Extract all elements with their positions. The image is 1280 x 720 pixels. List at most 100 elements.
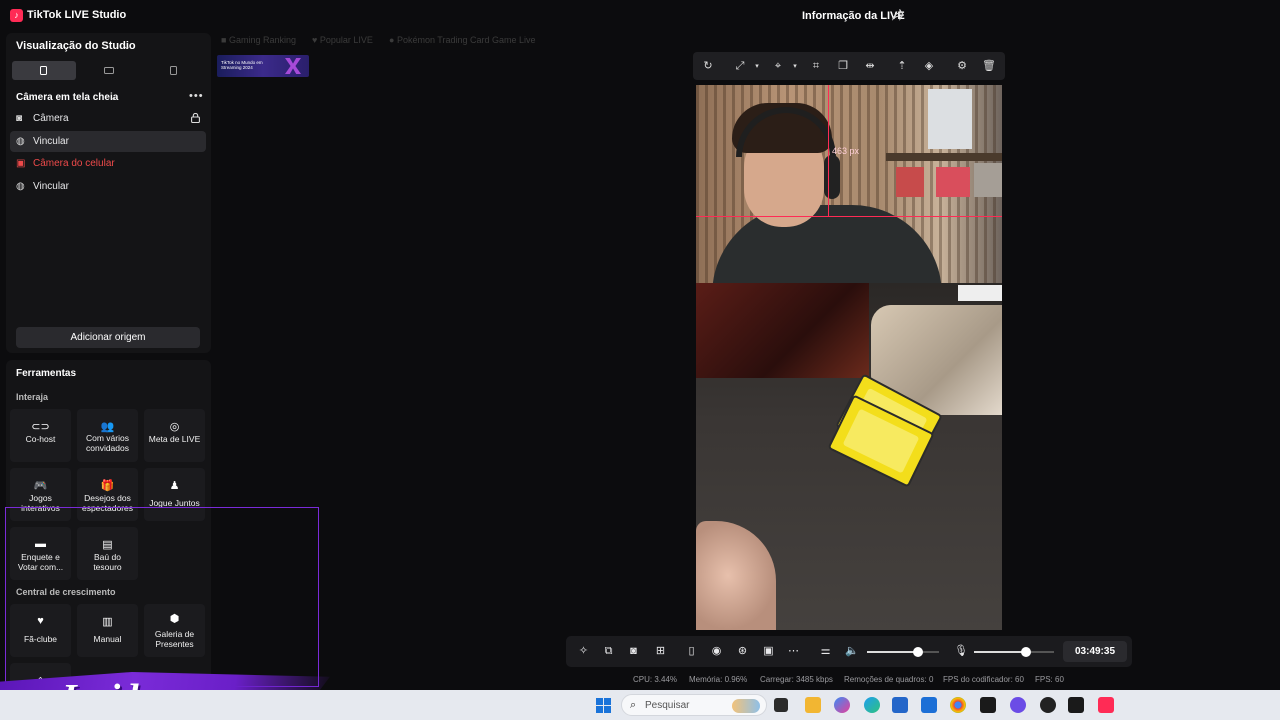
settings-icon[interactable]: ⚙ bbox=[955, 59, 969, 73]
add-screen-icon[interactable]: ⊞ bbox=[654, 645, 667, 658]
outlook-icon[interactable] bbox=[921, 697, 937, 713]
scene-selector[interactable]: Câmera em tela cheia bbox=[16, 92, 118, 103]
orientation-switcher bbox=[12, 61, 206, 80]
title-bar: ♪ TikTok LIVE Studio Informação da LIVE bbox=[0, 0, 1280, 32]
cpu-stat: CPU: 3.44% bbox=[633, 675, 678, 684]
volume-icon[interactable]: 🔈 bbox=[845, 645, 859, 658]
tool-label: Co-host bbox=[25, 434, 56, 444]
mic-knob[interactable] bbox=[1021, 647, 1031, 657]
camera-icon: ◙ bbox=[16, 113, 23, 124]
tool-live-goal[interactable]: ◎ Meta de LIVE bbox=[144, 409, 205, 462]
source-label: Vincular bbox=[33, 181, 69, 192]
app-title: TikTok LIVE Studio bbox=[27, 9, 127, 21]
phone-icon[interactable]: ▯ bbox=[685, 645, 698, 658]
source-label: Câmera bbox=[33, 113, 69, 124]
fit-icon[interactable]: ⤢ bbox=[733, 59, 747, 73]
stream-preview[interactable]: 463 px bbox=[696, 85, 1002, 630]
magic-wand-icon[interactable]: ✧ bbox=[577, 645, 590, 658]
landscape-mode-button[interactable] bbox=[77, 61, 141, 80]
chevron-down-icon[interactable]: ⌄ bbox=[123, 41, 131, 52]
tool-label: Meta de LIVE bbox=[148, 434, 201, 444]
chevron-down-icon[interactable]: ▾ bbox=[753, 60, 761, 74]
mic-slider[interactable] bbox=[974, 647, 1054, 657]
tiktok-logo-icon: ♪ bbox=[10, 9, 23, 22]
flip-icon[interactable]: ⇹ bbox=[863, 59, 877, 73]
source-item-camera[interactable]: ◙ Câmera bbox=[10, 108, 206, 129]
tool-co-host[interactable]: ⊂⊃ Co-host bbox=[10, 409, 71, 462]
copilot-icon[interactable] bbox=[834, 697, 850, 713]
control-bar: ✧ ⧉ ◙ ⊞ ▯ ◉ ⊛ ▣ ⋯ ⚌ 🔈 🎙 03:49:35 bbox=[566, 636, 1132, 667]
live-info-button[interactable]: Informação da LIVE bbox=[802, 10, 905, 22]
chevron-down-icon[interactable]: ▾ bbox=[791, 60, 799, 74]
taskbar-search[interactable]: ⌕ Pesquisar bbox=[621, 694, 767, 716]
source-label: Vincular bbox=[33, 136, 69, 147]
microphone-icon[interactable]: 🎙 bbox=[954, 645, 968, 658]
scene-tab-pokemon[interactable]: ● Pokémon Trading Card Game Live bbox=[389, 35, 536, 45]
record-icon[interactable]: ◉ bbox=[710, 645, 723, 658]
search-placeholder: Pesquisar bbox=[645, 700, 690, 711]
volume-knob[interactable] bbox=[913, 647, 923, 657]
file-explorer-icon[interactable] bbox=[805, 697, 821, 713]
capcut-icon[interactable] bbox=[980, 697, 996, 713]
mic-fill bbox=[974, 651, 1026, 653]
volume-slider[interactable] bbox=[867, 647, 939, 657]
shelf-item bbox=[896, 167, 924, 197]
globe-icon: ◍ bbox=[16, 136, 25, 147]
volume-fill bbox=[867, 651, 918, 653]
more-icon[interactable]: ••• bbox=[189, 90, 204, 102]
add-source-button[interactable]: Adicionar origem bbox=[16, 327, 200, 348]
tiktok-live-icon[interactable] bbox=[1098, 697, 1114, 713]
share-icon[interactable] bbox=[892, 9, 904, 21]
layer-icon[interactable]: ◈ bbox=[922, 59, 936, 73]
scene-tab-popular-live[interactable]: ♥ Popular LIVE bbox=[312, 35, 373, 45]
more-icon[interactable]: ⋯ bbox=[787, 645, 800, 658]
capcut-icon-2[interactable] bbox=[1068, 697, 1084, 713]
replay-icon[interactable]: ⊛ bbox=[736, 645, 749, 658]
live-camera-icon[interactable]: ▣ bbox=[762, 645, 775, 658]
phone-camera-icon: ▣ bbox=[16, 158, 26, 169]
dual-mode-button[interactable] bbox=[142, 61, 206, 80]
source-item-phone-camera[interactable]: ▣ Câmera do celular bbox=[10, 153, 206, 174]
tool-multi-guest[interactable]: 👥 Com vários convidados bbox=[77, 409, 138, 462]
windows-start-icon[interactable] bbox=[596, 698, 611, 713]
source-item-link-2[interactable]: ◍ Vincular bbox=[10, 176, 206, 197]
chevron-down-icon[interactable]: ⌄ bbox=[110, 93, 117, 102]
portrait-mode-button[interactable] bbox=[12, 61, 76, 80]
lock-icon[interactable] bbox=[191, 113, 200, 123]
promo-thumbnail[interactable]: TikTok no Mundo em Streaming 2024 bbox=[217, 55, 309, 77]
portrait-icon bbox=[40, 66, 47, 75]
gamepad-icon: 🎮 bbox=[33, 480, 48, 492]
crop-icon[interactable]: ⌗ bbox=[809, 59, 823, 73]
scene-tab-gaming-ranking[interactable]: ■ Gaming Ranking bbox=[221, 35, 296, 45]
phone-camera-feed bbox=[696, 283, 1002, 630]
scene-switch-icon[interactable]: ⧉ bbox=[602, 645, 615, 658]
chrome-icon[interactable] bbox=[950, 697, 966, 713]
obs-icon[interactable] bbox=[1040, 697, 1056, 713]
fps-stat: FPS: 60 bbox=[1035, 675, 1064, 684]
duplicate-icon[interactable]: ❐ bbox=[836, 59, 850, 73]
hand bbox=[696, 521, 776, 630]
landscape-icon bbox=[104, 67, 114, 74]
studio-view-title[interactable]: Visualização do Studio bbox=[16, 40, 136, 52]
overlay-frame bbox=[5, 507, 319, 687]
source-item-link[interactable]: ◍ Vincular bbox=[10, 131, 206, 152]
shelf bbox=[886, 153, 1002, 161]
discord-icon[interactable] bbox=[1010, 697, 1026, 713]
memory-stat: Memória: 0.96% bbox=[689, 675, 748, 684]
screenshot-icon[interactable]: ◙ bbox=[627, 645, 640, 658]
studio-panel: Visualização do Studio ⌄ Câmera em tela … bbox=[6, 33, 211, 353]
position-icon[interactable]: ⌖ bbox=[771, 59, 785, 73]
task-view-icon[interactable] bbox=[774, 698, 788, 712]
search-highlight-icon bbox=[732, 699, 760, 713]
refresh-icon[interactable]: ↻ bbox=[701, 59, 715, 73]
mixer-icon[interactable]: ⚌ bbox=[819, 645, 832, 658]
section-interact: Interaja bbox=[16, 392, 49, 402]
store-icon[interactable] bbox=[892, 697, 908, 713]
shelf-item bbox=[974, 163, 1002, 197]
edge-icon[interactable] bbox=[864, 697, 880, 713]
alignment-guide-horizontal bbox=[696, 216, 1002, 217]
scene-tab-label: Popular LIVE bbox=[319, 35, 373, 45]
shelf-item bbox=[936, 167, 970, 197]
delete-icon[interactable]: 🗑 bbox=[982, 59, 996, 73]
layer-up-icon[interactable]: ⇡ bbox=[895, 59, 909, 73]
